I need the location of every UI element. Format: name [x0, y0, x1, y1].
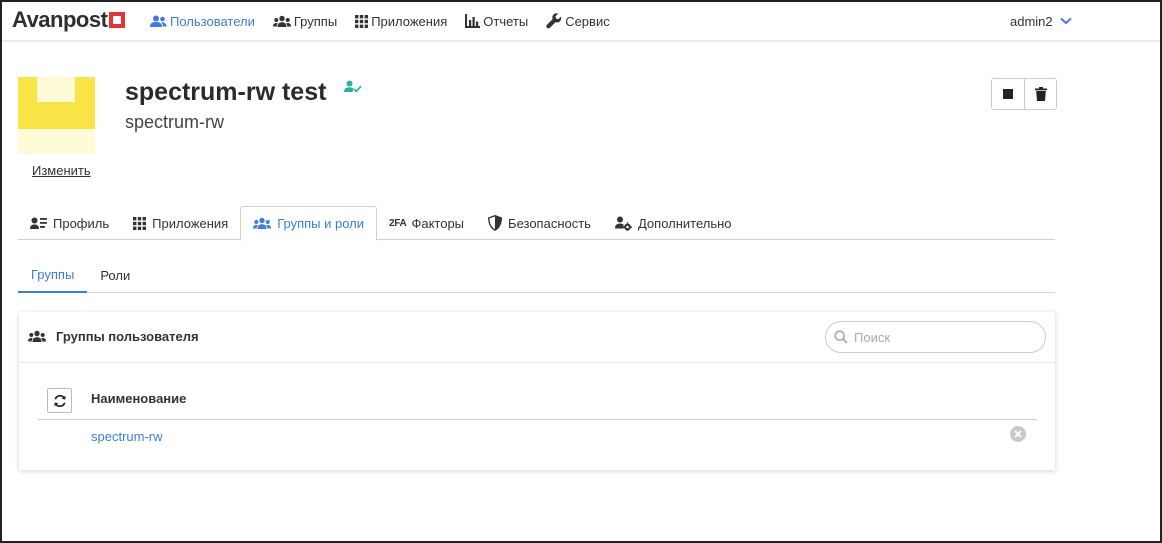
- tab-label: Профиль: [53, 215, 110, 231]
- nav-item-reports[interactable]: Отчеты: [465, 14, 528, 29]
- refresh-icon: [53, 394, 66, 407]
- subtab-roles[interactable]: Роли: [87, 258, 143, 293]
- close-circle-icon: [1010, 426, 1026, 442]
- chevron-down-icon: [1059, 17, 1072, 25]
- tab-label: Безопасность: [508, 215, 591, 231]
- tab-label: Факторы: [411, 215, 465, 231]
- search-icon: [834, 330, 848, 344]
- avatar: [18, 77, 95, 154]
- user-name: admin2: [1010, 13, 1053, 29]
- stop-icon: [1003, 89, 1013, 99]
- 2fa-icon: 2FA: [389, 217, 407, 229]
- remove-group-button[interactable]: [1010, 426, 1026, 442]
- users-icon: [253, 217, 272, 229]
- header-actions: [991, 78, 1057, 110]
- nav-item-users[interactable]: Пользователи: [150, 14, 255, 29]
- tab-profile[interactable]: Профиль: [18, 206, 121, 240]
- tab-factors[interactable]: 2FA Факторы: [377, 206, 476, 240]
- nav-item-label: Группы: [293, 13, 338, 29]
- tab-additional[interactable]: Дополнительно: [603, 206, 744, 240]
- table-row-group-link[interactable]: spectrum-rw: [91, 429, 163, 444]
- tab-security[interactable]: Безопасность: [476, 206, 603, 240]
- grid-icon: [355, 14, 369, 28]
- nav-item-label: Пользователи: [170, 13, 255, 29]
- card-title: Группы пользователя: [28, 329, 199, 344]
- search-box: [825, 321, 1046, 353]
- search-input[interactable]: [854, 329, 1034, 345]
- tab-label: Приложения: [152, 215, 229, 231]
- tab-label: Группы и роли: [277, 216, 365, 231]
- subtab-groups[interactable]: Группы: [18, 258, 88, 293]
- page-title: spectrum-rw test: [125, 78, 327, 106]
- groups-roles-subtabs: Группы Роли: [18, 258, 1055, 293]
- nav-item-service[interactable]: Сервис: [546, 13, 610, 29]
- tab-groups-and-roles[interactable]: Группы и роли: [240, 206, 378, 241]
- user-check-icon: [344, 80, 362, 99]
- grid-icon: [133, 216, 147, 230]
- column-header-name[interactable]: Наименование: [91, 391, 186, 406]
- delete-user-button[interactable]: [1024, 79, 1056, 109]
- logo-mark-icon: [109, 12, 126, 28]
- logo-text: Avanpost: [12, 7, 108, 32]
- card-header: Группы пользователя: [19, 312, 1055, 363]
- main-nav: Пользователи Группы Приложения Отчеты Се…: [150, 2, 628, 40]
- wrench-icon: [546, 13, 562, 29]
- nav-item-label: Приложения: [371, 13, 448, 29]
- tab-label: Дополнительно: [637, 215, 732, 231]
- disable-user-button[interactable]: [992, 79, 1024, 109]
- refresh-button[interactable]: [47, 388, 72, 413]
- nav-item-groups[interactable]: Группы: [272, 13, 338, 29]
- user-groups-card: Группы пользователя Наименование spectru…: [19, 312, 1055, 470]
- user-menu[interactable]: admin2: [1010, 2, 1072, 40]
- change-avatar-link[interactable]: Изменить: [32, 163, 91, 178]
- bar-chart-icon: [465, 14, 481, 28]
- profile-tabs: Профиль Приложения Группы и роли 2FA Фак…: [18, 206, 1055, 241]
- users-icon: [150, 15, 167, 27]
- groups-icon: [272, 15, 291, 27]
- page-subtitle: spectrum-rw: [125, 112, 225, 132]
- shield-icon: [488, 215, 503, 231]
- tab-applications[interactable]: Приложения: [121, 206, 240, 240]
- nav-item-applications[interactable]: Приложения: [355, 14, 447, 29]
- nav-item-label: Отчеты: [483, 13, 529, 29]
- app-logo[interactable]: Avanpost: [12, 7, 126, 33]
- card-title-text: Группы пользователя: [56, 329, 199, 344]
- user-gear-icon: [614, 216, 632, 231]
- id-card-icon: [30, 217, 47, 229]
- groups-icon: [28, 330, 46, 342]
- top-navbar: Avanpost Пользователи Группы Приложения …: [2, 2, 1160, 40]
- header-divider: [38, 419, 1037, 420]
- nav-item-label: Сервис: [565, 13, 610, 29]
- trash-icon: [1034, 87, 1047, 101]
